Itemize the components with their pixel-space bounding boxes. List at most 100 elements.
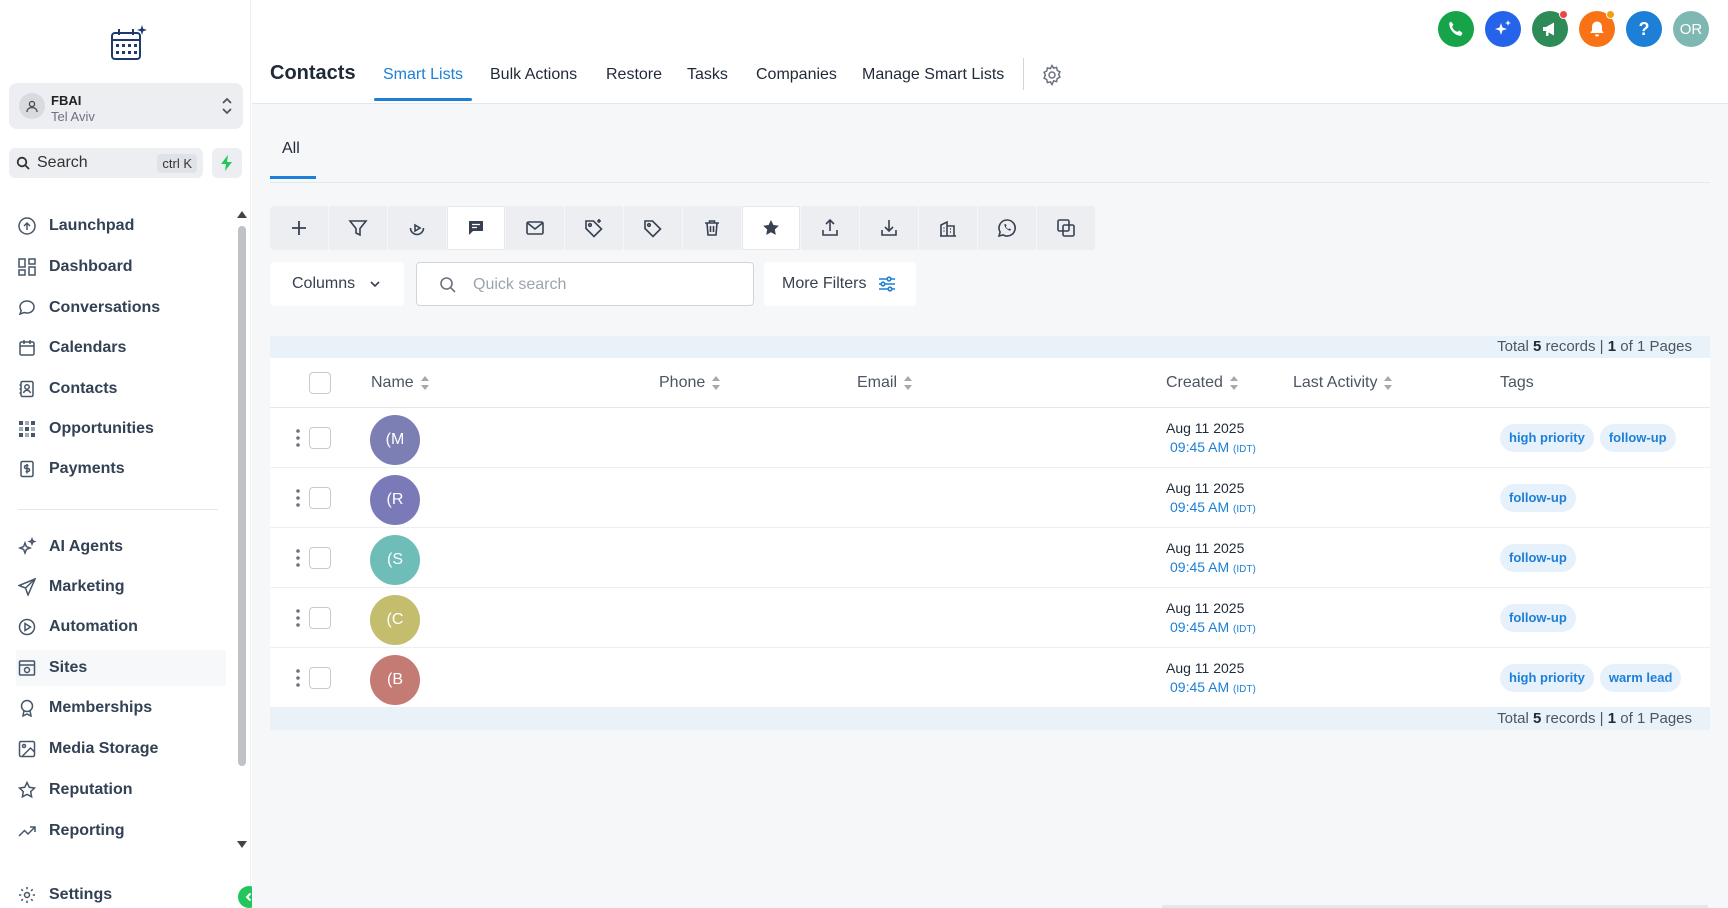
chevron-updown-icon	[221, 95, 233, 117]
column-header-email[interactable]: Email	[857, 374, 913, 392]
sort-icon	[711, 375, 721, 391]
table-row[interactable]: (M Aug 11 2025 09:45 AM (IDT) high priority…	[270, 408, 1710, 468]
sidebar: FBAI Tel Aviv Search ctrl K Launchpad Da…	[0, 0, 260, 908]
created-time: 09:45 AM	[1170, 679, 1230, 695]
row-menu-icon[interactable]	[296, 489, 300, 507]
announcements-button[interactable]	[1532, 10, 1568, 47]
sidebar-item-label: Payments	[49, 460, 125, 477]
smart-list-tab-all[interactable]: All	[282, 140, 300, 158]
contact-avatar[interactable]: (R	[370, 475, 420, 525]
row-menu-icon[interactable]	[296, 609, 300, 627]
tab-manage-smart-lists[interactable]: Manage Smart Lists	[862, 66, 1004, 84]
sidebar-item-ai-agents[interactable]: AI Agents	[16, 529, 226, 565]
help-button[interactable]: ?	[1626, 11, 1662, 47]
scroll-up-arrow[interactable]	[237, 211, 247, 218]
merge-duplicates-button[interactable]	[1037, 206, 1095, 250]
sidebar-item-payments[interactable]: Payments	[16, 451, 226, 487]
table-row[interactable]: (R Aug 11 2025 09:45 AM (IDT) follow-up	[270, 468, 1710, 528]
sidebar-item-settings[interactable]: Settings	[16, 877, 226, 908]
sms-button[interactable]	[447, 206, 505, 250]
trend-icon	[16, 820, 38, 842]
tag-chip[interactable]: follow-up	[1599, 424, 1676, 452]
sidebar-item-label: Dashboard	[49, 258, 133, 275]
add-tag-button[interactable]	[565, 206, 623, 250]
column-header-last-activity[interactable]: Last Activity	[1293, 374, 1393, 392]
row-menu-icon[interactable]	[296, 549, 300, 567]
add-contact-button[interactable]	[270, 206, 328, 250]
sort-icon	[420, 375, 430, 391]
more-filters-button[interactable]: More Filters	[764, 262, 916, 306]
filter-button[interactable]	[329, 206, 387, 250]
select-all-checkbox[interactable]	[309, 372, 331, 394]
sidebar-item-opportunities[interactable]: Opportunities	[16, 411, 226, 447]
sidebar-item-reputation[interactable]: Reputation	[16, 772, 226, 808]
contact-avatar[interactable]: (B	[370, 655, 420, 705]
import-button[interactable]	[860, 206, 918, 250]
columns-dropdown[interactable]: Columns	[270, 262, 404, 306]
sidebar-item-label: Contacts	[49, 380, 118, 397]
tag-chip[interactable]: follow-up	[1500, 484, 1576, 512]
email-button[interactable]	[506, 206, 564, 250]
tag-chip[interactable]: follow-up	[1500, 544, 1576, 572]
sidebar-item-dashboard[interactable]: Dashboard	[16, 249, 226, 285]
column-header-name[interactable]: Name	[371, 374, 430, 392]
export-button[interactable]	[801, 206, 859, 250]
column-header-phone[interactable]: Phone	[659, 374, 721, 392]
sidebar-scrollbar[interactable]	[238, 226, 246, 766]
created-time-wrap: 09:45 AM (IDT)	[1170, 619, 1256, 635]
phone-button[interactable]	[1438, 11, 1474, 47]
quick-action-bolt-icon[interactable]	[212, 148, 242, 178]
review-request-button[interactable]	[742, 206, 800, 250]
tab-tasks[interactable]: Tasks	[687, 66, 728, 84]
row-checkbox[interactable]	[309, 427, 331, 449]
sidebar-item-calendars[interactable]: Calendars	[16, 330, 226, 366]
row-menu-icon[interactable]	[296, 669, 300, 687]
sidebar-item-memberships[interactable]: Memberships	[16, 690, 226, 726]
table-row[interactable]: (S Aug 11 2025 09:45 AM (IDT) follow-up	[270, 528, 1710, 588]
whatsapp-button[interactable]	[978, 206, 1036, 250]
tab-restore[interactable]: Restore	[606, 66, 662, 84]
tab-companies[interactable]: Companies	[756, 66, 837, 84]
table-row[interactable]: (C Aug 11 2025 09:45 AM (IDT) follow-up	[270, 588, 1710, 648]
remove-tag-button[interactable]	[624, 206, 682, 250]
sidebar-item-launchpad[interactable]: Launchpad	[16, 208, 226, 244]
contact-avatar[interactable]: (C	[370, 595, 420, 645]
account-switcher[interactable]: FBAI Tel Aviv	[9, 83, 243, 129]
sidebar-item-automation[interactable]: Automation	[16, 609, 226, 645]
sidebar-item-marketing[interactable]: Marketing	[16, 569, 226, 605]
ai-sparkle-button[interactable]	[1485, 11, 1521, 47]
row-checkbox[interactable]	[309, 547, 331, 569]
quick-search-input[interactable]: Quick search	[416, 262, 754, 306]
sidebar-item-conversations[interactable]: Conversations	[16, 290, 226, 326]
tag-chip[interactable]: warm lead	[1599, 664, 1682, 692]
tag-chip[interactable]: high priority	[1500, 424, 1594, 452]
scroll-down-arrow[interactable]	[237, 841, 247, 848]
row-menu-icon[interactable]	[296, 429, 300, 447]
created-time: 09:45 AM	[1170, 559, 1230, 575]
tab-smart-lists[interactable]: Smart Lists	[383, 66, 463, 84]
row-checkbox[interactable]	[309, 667, 331, 689]
table-row[interactable]: (B Aug 11 2025 09:45 AM (IDT) high priority…	[270, 648, 1710, 708]
tag-chip[interactable]: follow-up	[1500, 604, 1576, 632]
sidebar-item-reporting[interactable]: Reporting	[16, 813, 226, 849]
contact-avatar[interactable]: (M	[370, 415, 420, 465]
tag-chip[interactable]: high priority	[1500, 664, 1594, 692]
created-timezone: (IDT)	[1233, 684, 1256, 695]
notifications-bell-button[interactable]	[1579, 10, 1615, 47]
sidebar-item-contacts[interactable]: Contacts	[16, 371, 226, 407]
tab-bulk-actions[interactable]: Bulk Actions	[490, 66, 577, 84]
sidebar-item-sites[interactable]: Sites	[16, 650, 226, 686]
sidebar-search[interactable]: Search ctrl K	[9, 148, 203, 178]
settings-gear-icon[interactable]	[1041, 64, 1063, 86]
launchpad-icon	[16, 215, 38, 237]
sidebar-item-media-storage[interactable]: Media Storage	[16, 731, 226, 767]
contact-avatar[interactable]: (S	[370, 535, 420, 585]
row-checkbox[interactable]	[309, 487, 331, 509]
delete-button[interactable]	[683, 206, 741, 250]
automation-button[interactable]	[388, 206, 446, 250]
user-avatar-button[interactable]: OR	[1673, 11, 1709, 47]
add-to-company-button[interactable]	[919, 206, 977, 250]
column-label: Created	[1166, 374, 1223, 391]
column-header-created[interactable]: Created	[1166, 374, 1239, 392]
row-checkbox[interactable]	[309, 607, 331, 629]
